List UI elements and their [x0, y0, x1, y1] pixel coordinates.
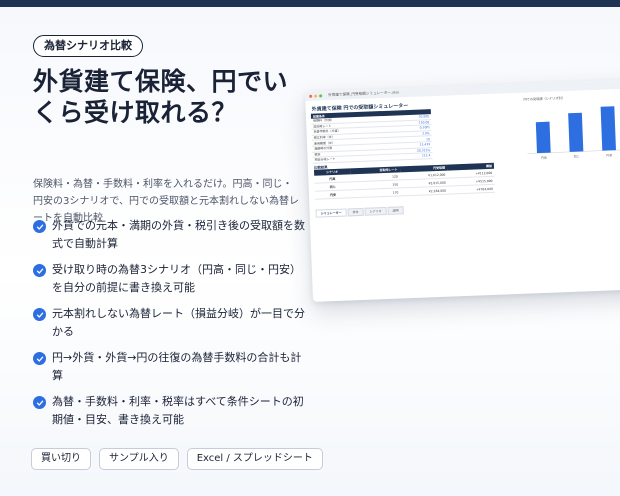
chart-bar: [535, 121, 551, 154]
feature-item: 円→外貨・外貨→円の往復の為替手数料の合計も計算: [33, 349, 308, 385]
result-table: シナリオ 受取時レート 円受取額 損益 円高 120 ¥1,612,000 +¥112…: [313, 162, 495, 200]
chart-bar: [568, 112, 584, 152]
chart-category-label: 円安: [606, 152, 612, 157]
pill-format: Excel / スプレッドシート: [186, 448, 323, 470]
input-value: 112.4: [389, 152, 433, 161]
rate-cell: 170: [350, 187, 401, 198]
minimize-dot-icon: [314, 94, 318, 98]
feature-text: 外貨での元本・満期の外貨・税引き後の受取額を数式で自動計算: [52, 219, 305, 250]
pill-one-time-purchase: 買い切り: [31, 448, 91, 470]
diff-cell: +¥784,000: [447, 184, 495, 195]
window-titlebar: 外貨建て保険_円受取額シミュレーター.xlsx: [305, 79, 620, 101]
page-title: 外貨建て保険、円でいくら受け取れる？: [33, 67, 289, 127]
spreadsheet-screenshot: 外貨建て保険_円受取額シミュレーター.xlsx 外貨建て保険 円での受取額シミュ…: [305, 79, 620, 302]
sheet-tabs: シミュレーター 条件 シナリオ 説明: [315, 206, 404, 218]
input-table: 前提条件 保険料（外貨） 10,000 契約時レート 150.00 為替手数料（片道…: [310, 109, 433, 164]
check-icon: [33, 352, 46, 365]
feature-list: 外貨での元本・満期の外貨・税引き後の受取額を数式で自動計算 受け取り時の為替3シ…: [33, 217, 308, 437]
check-icon: [33, 308, 46, 321]
tab-scenarios: シナリオ: [364, 206, 387, 216]
check-icon: [33, 396, 46, 409]
tab-conditions: 条件: [347, 207, 364, 217]
feature-text: 受け取り時の為替3シナリオ（円高・同じ・円安）を自分の前提に書き換え可能: [52, 263, 301, 294]
maximize-dot-icon: [319, 94, 323, 98]
feature-pills: 買い切り サンプル入り Excel / スプレッドシート: [31, 448, 323, 470]
scenario-cell: 円安: [314, 189, 352, 200]
category-tag: 為替シナリオ比較: [33, 35, 143, 57]
chart-category-label: 同じ: [574, 154, 580, 159]
yen-cell: ¥2,284,000: [400, 186, 449, 196]
tab-guide: 説明: [387, 206, 404, 215]
scenario-bar-chart: 円高 同じ 円安: [527, 106, 620, 160]
feature-item: 為替・手数料・利率・税率はすべて条件シートの初期値・目安、書き換え可能: [33, 393, 308, 429]
feature-text: 円→外貨・外貨→円の往復の為替手数料の合計も計算: [52, 351, 302, 382]
feature-text: 為替・手数料・利率・税率はすべて条件シートの初期値・目安、書き換え可能: [52, 395, 304, 426]
window-title: 外貨建て保険_円受取額シミュレーター.xlsx: [328, 90, 400, 98]
close-dot-icon: [309, 94, 313, 98]
chart-bar: [600, 106, 616, 151]
check-icon: [33, 220, 46, 233]
feature-text: 元本割れしない為替レート（損益分岐）が一目で分かる: [52, 307, 305, 338]
top-accent-bar: [0, 0, 620, 7]
feature-item: 外貨での元本・満期の外貨・税引き後の受取額を数式で自動計算: [33, 217, 308, 253]
feature-item: 受け取り時の為替3シナリオ（円高・同じ・円安）を自分の前提に書き換え可能: [33, 261, 308, 297]
pill-sample-included: サンプル入り: [99, 448, 179, 470]
tab-simulator: シミュレーター: [315, 208, 347, 218]
chart-category-label: 円高: [541, 155, 547, 160]
feature-item: 元本割れしない為替レート（損益分岐）が一目で分かる: [33, 305, 308, 341]
check-icon: [33, 264, 46, 277]
